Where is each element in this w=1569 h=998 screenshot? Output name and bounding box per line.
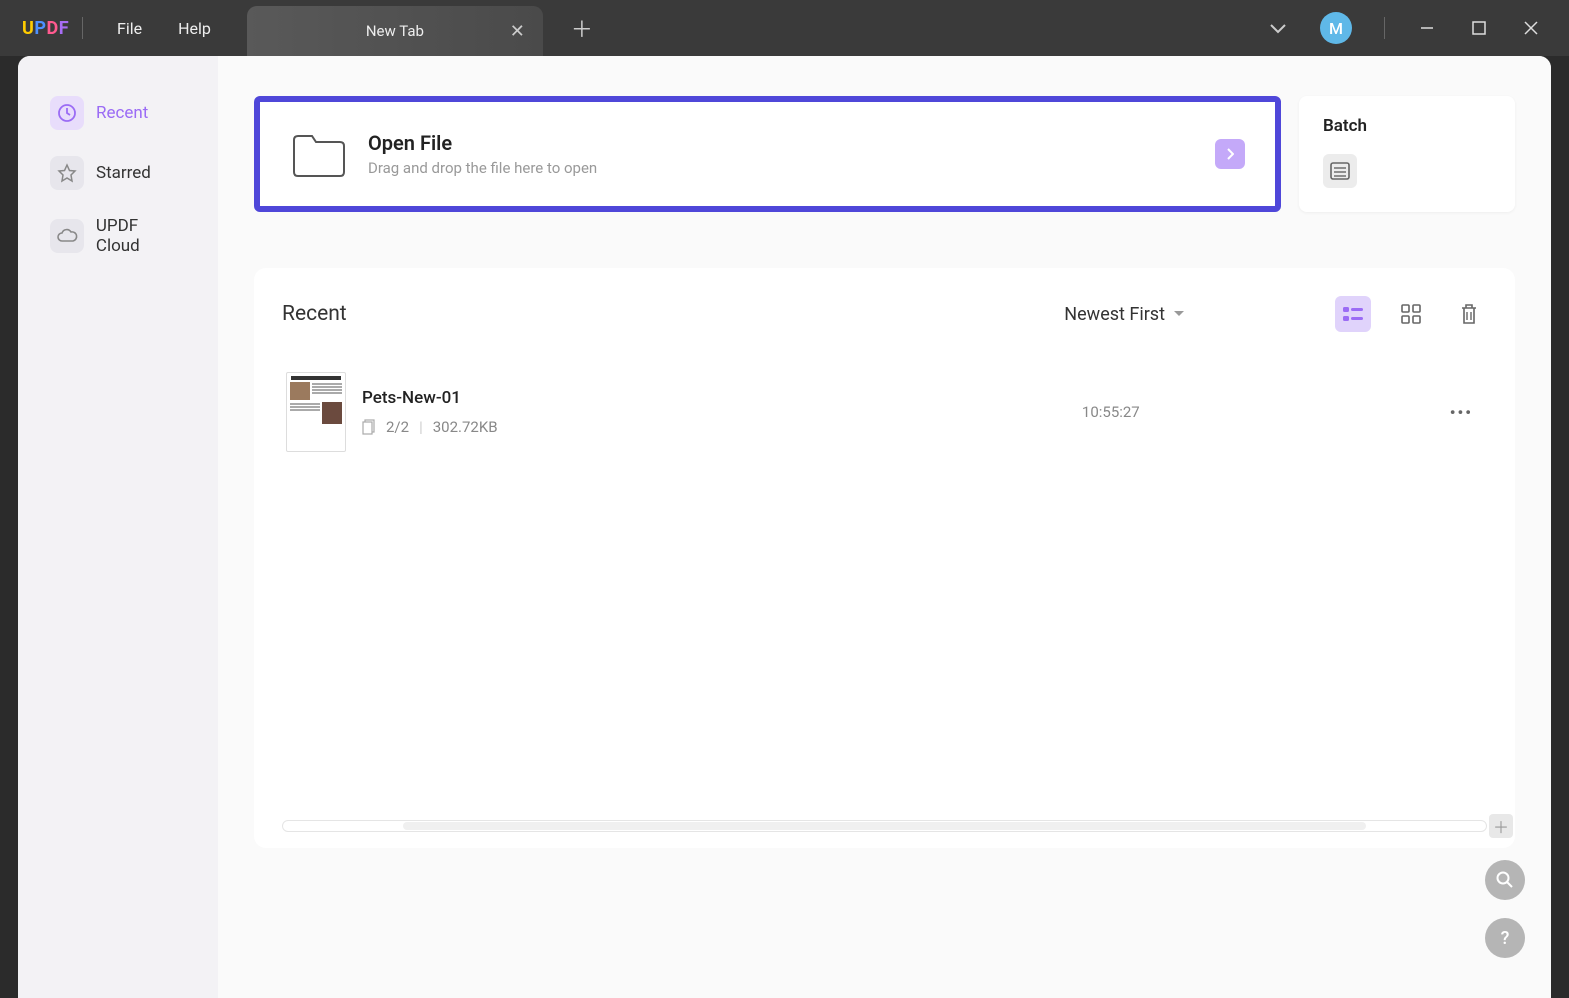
help-button[interactable]: ?: [1485, 918, 1525, 958]
scroll-thumb[interactable]: [403, 822, 1366, 830]
menu-help[interactable]: Help: [178, 19, 211, 38]
cloud-icon: [50, 219, 84, 253]
search-button[interactable]: [1485, 860, 1525, 900]
maximize-button[interactable]: [1457, 6, 1501, 50]
file-time: 10:55:27: [1082, 403, 1140, 421]
title-right: M: [1256, 6, 1569, 50]
open-file-card[interactable]: Open File Drag and drop the file here to…: [254, 96, 1281, 212]
app-frame: Recent Starred UPDF Cloud: [18, 56, 1551, 998]
open-file-subtitle: Drag and drop the file here to open: [368, 159, 597, 177]
file-size: 302.72KB: [433, 418, 498, 436]
app-logo: UPDF: [0, 18, 70, 39]
list-view-button[interactable]: [1335, 296, 1371, 332]
separator: [82, 17, 83, 39]
grid-view-button[interactable]: [1393, 296, 1429, 332]
sidebar: Recent Starred UPDF Cloud: [18, 56, 218, 998]
sidebar-item-recent[interactable]: Recent: [34, 86, 202, 140]
sidebar-item-label: Recent: [96, 103, 148, 123]
recent-title: Recent: [282, 302, 347, 326]
recent-panel: Recent Newest First: [254, 268, 1515, 848]
batch-title: Batch: [1323, 116, 1491, 136]
file-name: Pets-New-01: [362, 388, 498, 408]
avatar[interactable]: M: [1320, 12, 1352, 44]
close-button[interactable]: [1509, 6, 1553, 50]
file-thumbnail: [286, 372, 346, 452]
sidebar-item-starred[interactable]: Starred: [34, 146, 202, 200]
sidebar-item-cloud[interactable]: UPDF Cloud: [34, 206, 202, 266]
main-area: Open File Drag and drop the file here to…: [218, 56, 1551, 998]
tab-new[interactable]: New Tab ✕: [247, 6, 543, 56]
titlebar: UPDF File Help New Tab ✕ ＋ M: [0, 0, 1569, 56]
add-tab-button[interactable]: ＋: [571, 12, 593, 44]
sidebar-item-label: Starred: [96, 163, 151, 183]
pages-icon: [362, 419, 376, 435]
more-icon[interactable]: •••: [1440, 397, 1483, 428]
clock-icon: [50, 96, 84, 130]
menu-file[interactable]: File: [117, 19, 142, 38]
folder-icon: [290, 128, 348, 180]
star-icon: [50, 156, 84, 190]
open-file-title: Open File: [368, 131, 597, 155]
separator: [1384, 17, 1385, 39]
chevron-right-icon[interactable]: [1215, 139, 1245, 169]
horizontal-scrollbar[interactable]: [282, 820, 1487, 832]
minimize-button[interactable]: [1405, 6, 1449, 50]
triangle-down-icon: [1173, 310, 1185, 318]
chevron-down-icon[interactable]: [1256, 11, 1300, 46]
file-row[interactable]: Pets-New-01 2/2 | 302.72KB 10:55:27 •••: [282, 364, 1487, 460]
close-icon[interactable]: ✕: [510, 21, 525, 42]
tab-label: New Tab: [366, 22, 424, 40]
sidebar-item-label: UPDF Cloud: [96, 216, 186, 256]
trash-button[interactable]: [1451, 296, 1487, 332]
batch-card[interactable]: Batch: [1299, 96, 1515, 212]
file-pages: 2/2: [386, 418, 409, 436]
add-button-small[interactable]: ＋: [1489, 814, 1513, 838]
batch-icon: [1323, 154, 1357, 188]
menu-bar: File Help: [117, 19, 211, 38]
sort-dropdown[interactable]: Newest First: [1064, 304, 1185, 325]
